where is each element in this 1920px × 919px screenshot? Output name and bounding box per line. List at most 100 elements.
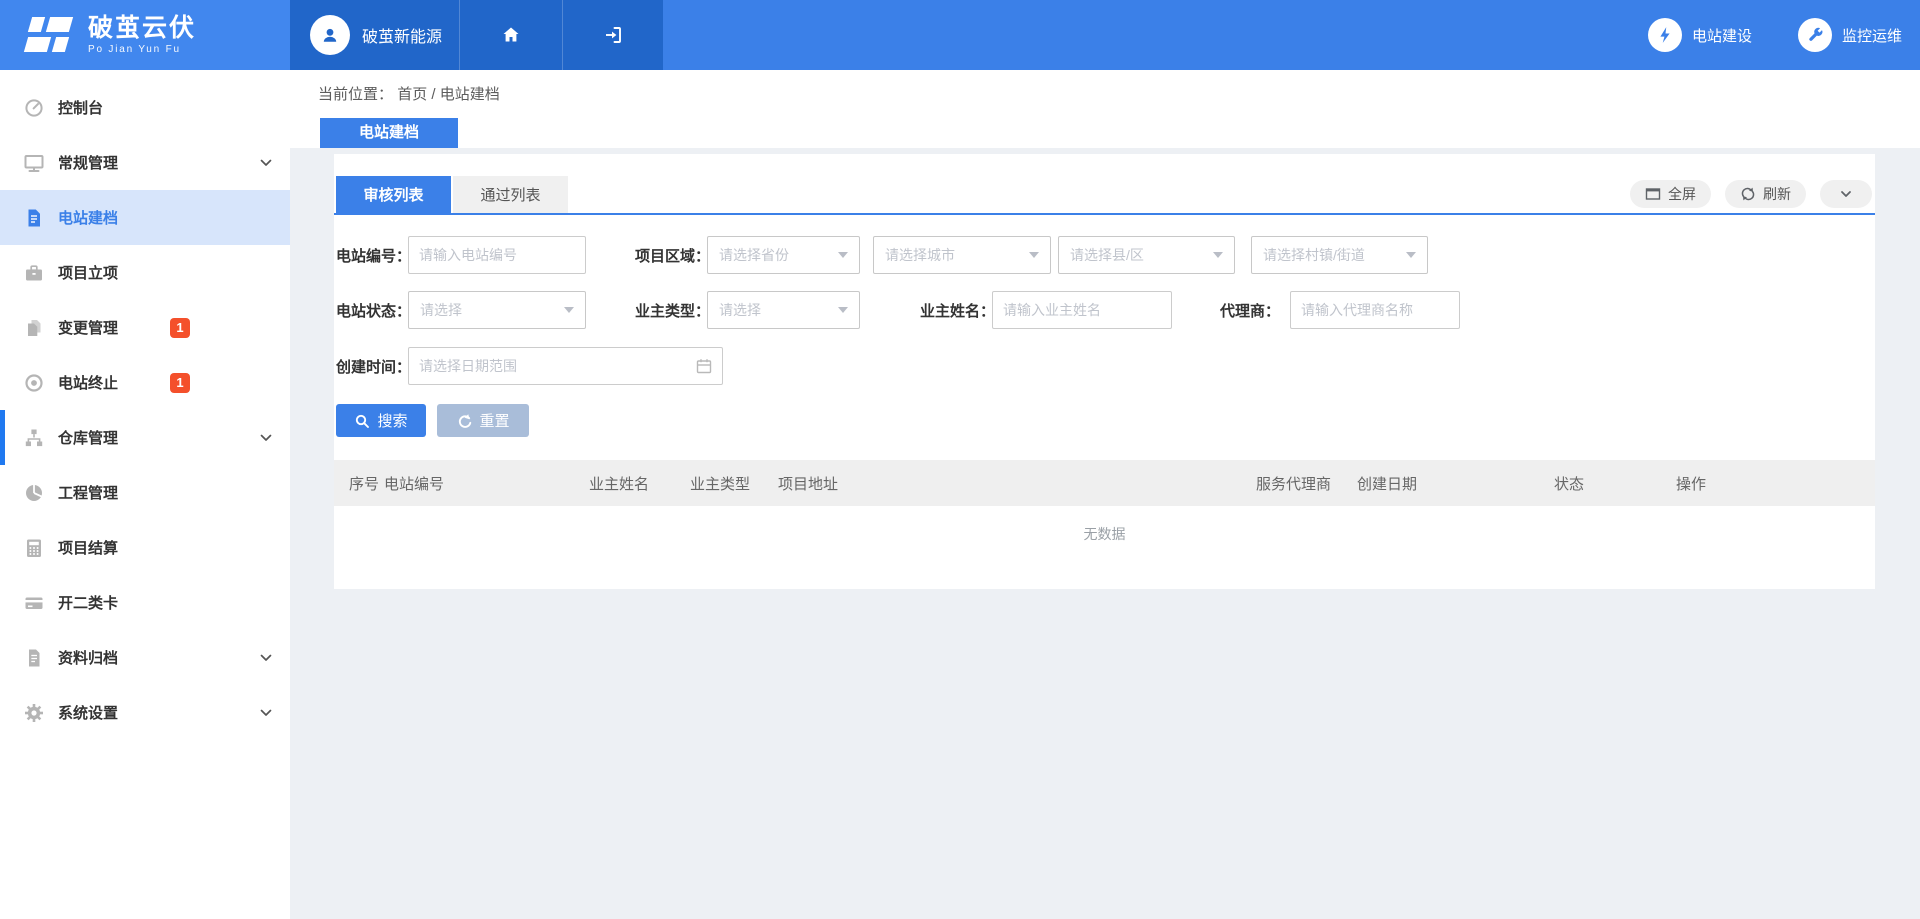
filter-row-2: 电站状态： 请选择 业主类型： 请选择 业主姓名： 代理商： xyxy=(334,291,1875,329)
sidebar-item-label: 项目结算 xyxy=(58,537,118,558)
active-indicator-bar xyxy=(0,410,5,465)
gauge-icon xyxy=(22,96,46,120)
module-label: 电站建设 xyxy=(1692,25,1752,46)
chevron-down-icon xyxy=(258,650,274,666)
table-column-header: 操作 xyxy=(1676,473,1875,494)
filter-actions: 搜索 重置 xyxy=(334,404,1875,437)
station-status-select[interactable]: 请选择 xyxy=(408,291,586,329)
logout-button[interactable] xyxy=(562,0,663,70)
main-content: 当前位置： 首页 / 电站建档 电站建档 审核列表 通过列表 全屏 刷新 电站编… xyxy=(290,70,1920,919)
monitor-icon xyxy=(22,151,46,175)
sidebar-item-project-initiation[interactable]: 项目立项 xyxy=(0,245,290,300)
reset-icon xyxy=(456,413,472,429)
caret-down-icon xyxy=(1406,252,1416,258)
breadcrumb-path[interactable]: 首页 / 电站建档 xyxy=(397,86,500,103)
date-range-input[interactable] xyxy=(408,347,723,385)
content-panel: 审核列表 通过列表 全屏 刷新 电站编号： 项目区域： 请选择省份请选择城市请选… xyxy=(334,154,1875,589)
user-menu[interactable]: 破茧新能源 xyxy=(290,0,459,70)
chevron-down-icon xyxy=(258,430,274,446)
avatar xyxy=(310,15,350,55)
district-select[interactable]: 请选择县/区 xyxy=(1058,236,1235,274)
fullscreen-button[interactable]: 全屏 xyxy=(1630,180,1711,208)
owner-name-input[interactable] xyxy=(992,291,1172,329)
sidebar-item-station-termination[interactable]: 电站终止 1 xyxy=(0,355,290,410)
sidebar-item-change-mgmt[interactable]: 变更管理1 xyxy=(0,300,290,355)
sidebar-item-label: 电站终止 xyxy=(58,372,118,393)
town-select[interactable]: 请选择村镇/街道 xyxy=(1251,236,1428,274)
brand-logo: 破茧云伏 Po Jian Yun Fu xyxy=(0,0,290,70)
filter-row-1: 电站编号： 项目区域： 请选择省份请选择城市请选择县/区请选择村镇/街道 xyxy=(334,236,1875,274)
agent-input[interactable] xyxy=(1290,291,1460,329)
header-modules: 电站建设 监控运维 xyxy=(1648,0,1920,70)
sidebar-item-engineering-mgmt[interactable]: 工程管理 xyxy=(0,465,290,520)
sidebar-item-label: 常规管理 xyxy=(58,152,118,173)
breadcrumb-bar: 当前位置： 首页 / 电站建档 电站建档 xyxy=(290,70,1920,148)
notification-badge: 1 xyxy=(170,318,190,338)
sidebar-item-general-mgmt[interactable]: 常规管理 xyxy=(0,135,290,190)
station-no-input[interactable] xyxy=(408,236,586,274)
table-column-header: 序号 xyxy=(349,473,384,494)
gear-icon xyxy=(22,701,46,725)
sidebar-item-open-type2-card[interactable]: 开二类卡 xyxy=(0,575,290,630)
doc-icon xyxy=(22,646,46,670)
sidebar-menu: 控制台常规管理电站建档项目立项变更管理1 电站终止 1 仓库管理工程管理项目结算开二类… xyxy=(0,70,290,919)
search-button[interactable]: 搜索 xyxy=(336,404,426,437)
company-name: 破茧新能源 xyxy=(362,23,442,47)
fullscreen-icon xyxy=(1645,186,1661,202)
brand-subtitle: Po Jian Yun Fu xyxy=(88,44,196,55)
table-column-header: 电站编号 xyxy=(384,473,589,494)
sidebar-item-system-settings[interactable]: 系统设置 xyxy=(0,685,290,740)
module-construction[interactable]: 电站建设 xyxy=(1648,18,1752,52)
home-icon xyxy=(499,23,523,47)
sidebar-item-console[interactable]: 控制台 xyxy=(0,80,290,135)
lightning-icon xyxy=(1648,18,1682,52)
created-time-label: 创建时间： xyxy=(336,356,408,377)
module-label: 监控运维 xyxy=(1842,25,1902,46)
owner-type-label: 业主类型： xyxy=(635,300,707,321)
table-column-header: 项目地址 xyxy=(778,473,1256,494)
caret-down-icon xyxy=(838,252,848,258)
refresh-button[interactable]: 刷新 xyxy=(1725,180,1806,208)
brand-title: 破茧云伏 xyxy=(88,15,196,41)
table-column-header: 状态 xyxy=(1554,473,1676,494)
reset-button[interactable]: 重置 xyxy=(437,404,529,437)
caret-down-icon xyxy=(1029,252,1039,258)
sidebar-item-label: 项目立项 xyxy=(58,262,118,283)
sidebar-item-label: 电站建档 xyxy=(58,207,118,228)
sidebar-item-label: 系统设置 xyxy=(58,702,118,723)
wrench-icon xyxy=(1798,18,1832,52)
table-empty-state: 无数据 xyxy=(334,506,1875,562)
module-monitoring[interactable]: 监控运维 xyxy=(1798,18,1902,52)
refresh-icon xyxy=(1740,186,1756,202)
caret-down-icon xyxy=(1213,252,1223,258)
province-select[interactable]: 请选择省份 xyxy=(707,236,860,274)
notification-badge: 1 xyxy=(170,373,190,393)
region-label: 项目区域： xyxy=(635,245,707,266)
page-tab-station-archive[interactable]: 电站建档 xyxy=(320,118,458,148)
tab-review-list[interactable]: 审核列表 xyxy=(336,176,451,213)
chevron-down-icon xyxy=(258,705,274,721)
date-range-field xyxy=(408,347,723,385)
collapse-button[interactable] xyxy=(1820,180,1872,208)
user-icon xyxy=(318,23,342,47)
sidebar-item-station-archive[interactable]: 电站建档 xyxy=(0,190,290,245)
file-icon xyxy=(22,206,46,230)
caret-down-icon xyxy=(564,307,574,313)
sidebar-item-data-archive[interactable]: 资料归档 xyxy=(0,630,290,685)
table-header-row: 序号电站编号业主姓名业主类型项目地址服务代理商创建日期状态操作 xyxy=(334,460,1875,506)
home-button[interactable] xyxy=(459,0,562,70)
owner-type-select[interactable]: 请选择 xyxy=(707,291,860,329)
sidebar-item-project-settlement[interactable]: 项目结算 xyxy=(0,520,290,575)
app-header: 破茧云伏 Po Jian Yun Fu 破茧新能源 电站建设 监控运维 xyxy=(0,0,1920,70)
chevron-down-icon xyxy=(1837,185,1855,203)
sidebar-item-label: 仓库管理 xyxy=(58,427,118,448)
table-column-header: 创建日期 xyxy=(1357,473,1554,494)
city-select[interactable]: 请选择城市 xyxy=(873,236,1051,274)
sidebar-item-warehouse-mgmt[interactable]: 仓库管理 xyxy=(0,410,290,465)
search-icon xyxy=(354,413,370,429)
tab-passed-list[interactable]: 通过列表 xyxy=(453,176,568,213)
station-status-label: 电站状态： xyxy=(336,300,408,321)
sidebar-item-label: 开二类卡 xyxy=(58,592,118,613)
sidebar-item-label: 资料归档 xyxy=(58,647,118,668)
breadcrumb-prefix: 当前位置： xyxy=(318,86,393,103)
